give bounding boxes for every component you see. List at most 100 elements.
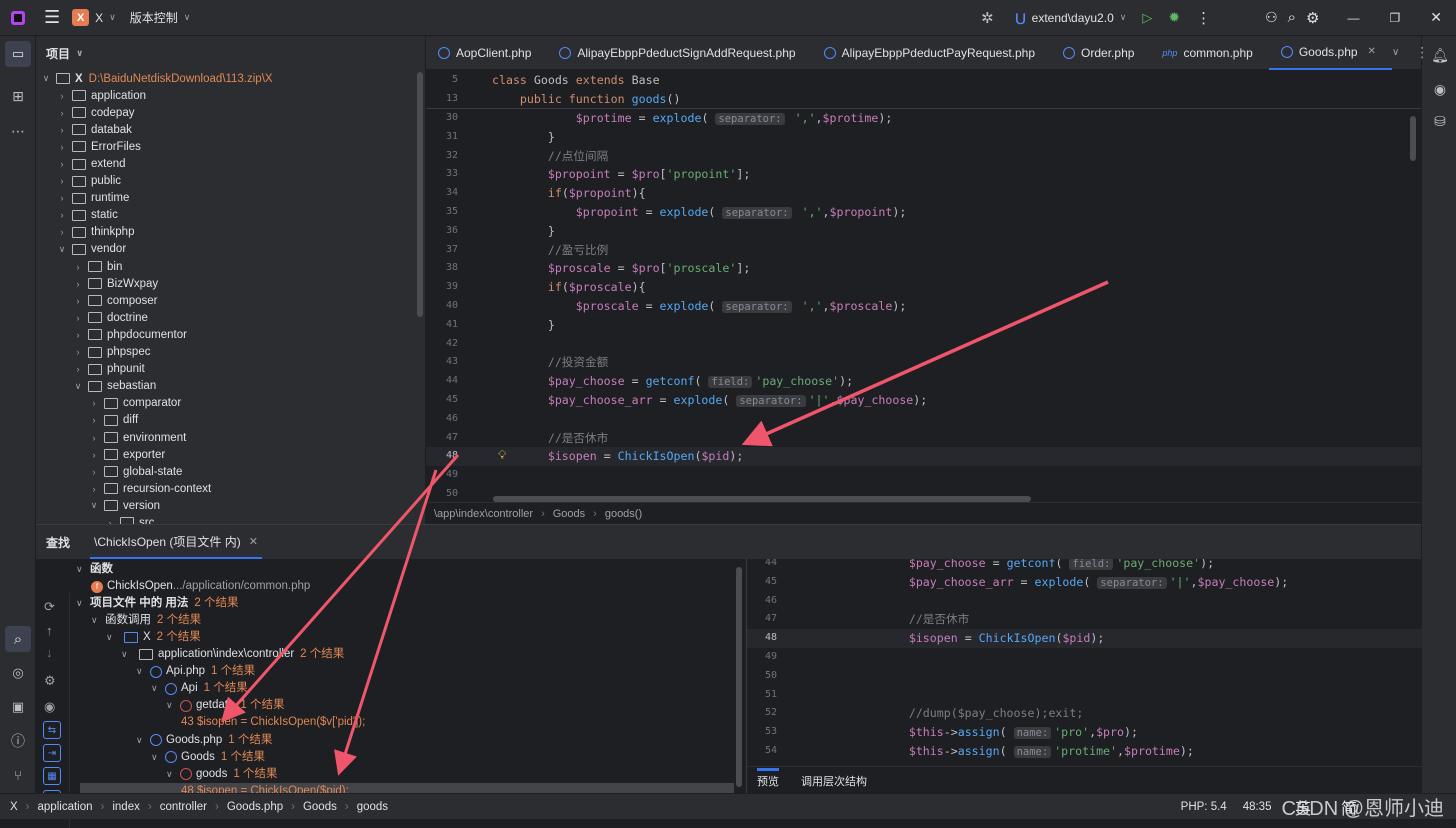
close-tab-icon[interactable]: ✕	[249, 535, 258, 548]
chevron-right-icon[interactable]: ›	[88, 450, 100, 460]
restore-icon[interactable]: ❐	[1390, 11, 1401, 25]
code-line[interactable]: 41 }	[426, 316, 1421, 335]
chevron-down-icon[interactable]: ∨	[72, 381, 84, 392]
find-tree-row[interactable]: ∨ 函数调用 2 个结果	[91, 612, 201, 629]
code-line[interactable]: 33 $propoint = $pro['propoint'];	[426, 165, 1421, 184]
notifications-bell-icon[interactable]: 🔔︎	[1427, 42, 1453, 68]
close-window-icon[interactable]: ✕	[1430, 9, 1442, 26]
chevron-right-icon[interactable]: ›	[72, 262, 84, 272]
chevron-right-icon[interactable]: ›	[72, 296, 84, 306]
project-tree-item[interactable]: › runtime	[36, 190, 425, 207]
editor-tab[interactable]: AlipayEbppPdeductPayRequest.php	[812, 36, 1051, 70]
code-line[interactable]: 51	[747, 686, 1422, 705]
settings-gear-icon[interactable]: ⚙	[1306, 9, 1319, 27]
project-tree-item[interactable]: › extend	[36, 155, 425, 172]
breadcrumb-namespace[interactable]: \app\index\controller	[434, 508, 533, 520]
add-user-icon[interactable]: ⚇	[1265, 9, 1278, 26]
code-line[interactable]: 46	[426, 410, 1421, 429]
preview-tab[interactable]: 预览	[757, 768, 779, 789]
code-line[interactable]: 53 $this->assign( name:'pro',$pro);	[747, 723, 1422, 742]
ai-assistant-icon[interactable]: ◉	[1427, 76, 1453, 102]
chevron-down-icon[interactable]: ∨	[151, 749, 165, 766]
project-tree-item[interactable]: › phpunit	[36, 361, 425, 378]
project-tree-item[interactable]: › BizWxpay	[36, 275, 425, 292]
chevron-right-icon[interactable]: ›	[56, 125, 68, 135]
editor-tab[interactable]: Goods.php ✕	[1268, 36, 1392, 70]
tab-overflow-chevron-icon[interactable]: ∨	[1392, 47, 1399, 58]
preview-toggle-icon[interactable]: ◉	[44, 699, 55, 715]
code-line[interactable]: 5 class Goods extends Base	[426, 71, 1421, 90]
project-tree-item[interactable]: › public	[36, 173, 425, 190]
git-tool-icon[interactable]: ⑂	[5, 762, 31, 788]
project-tree-item[interactable]: › src	[36, 514, 425, 524]
project-tree-item[interactable]: › diff	[36, 412, 425, 429]
main-menu-icon[interactable]: ☰	[44, 7, 60, 28]
code-line[interactable]: 30 $protime = explode( separator: ',',$p…	[426, 109, 1421, 128]
project-root-row[interactable]: ∨ X D:\BaiduNetdiskDownload\113.zip\X	[36, 70, 425, 87]
code-line[interactable]: 46	[747, 592, 1422, 611]
php-version[interactable]: PHP: 5.4	[1181, 801, 1227, 813]
minimize-icon[interactable]: —	[1348, 11, 1360, 25]
chevron-down-icon[interactable]: ∨	[166, 697, 180, 714]
chevron-down-icon[interactable]: ∨	[136, 663, 150, 680]
code-line[interactable]: 54 $this->assign( name:'protime',$protim…	[747, 742, 1422, 761]
project-tree-item[interactable]: › static	[36, 207, 425, 224]
code-line[interactable]: 44 $pay_choose = getconf( field:'pay_cho…	[426, 372, 1421, 391]
editor-v-scrollbar[interactable]	[1410, 116, 1416, 161]
chevron-down-icon[interactable]: ∨	[151, 680, 165, 697]
find-tree-row[interactable]: ∨ Goods.php 1 个结果	[136, 732, 272, 749]
caret-position[interactable]: 48:35	[1243, 801, 1272, 813]
chevron-right-icon[interactable]: ›	[88, 415, 100, 425]
find-tree-row[interactable]: ∨ X 2 个结果	[106, 629, 201, 646]
chevron-right-icon[interactable]: ›	[56, 176, 68, 186]
project-tree-item[interactable]: › environment	[36, 429, 425, 446]
find-tree-row[interactable]: ∨ Api.php 1 个结果	[136, 663, 255, 680]
code-line[interactable]: 40 $proscale = explode( separator: ',',$…	[426, 297, 1421, 316]
debug-bug-icon[interactable]: ✲	[981, 9, 994, 27]
next-occurrence-icon[interactable]: ↓	[46, 645, 53, 660]
code-line[interactable]: 47 //是否休市	[747, 610, 1422, 629]
find-tree-row[interactable]: ∨ Api 1 个结果	[151, 680, 248, 697]
chevron-right-icon[interactable]: ›	[72, 364, 84, 374]
breadcrumb-class[interactable]: Goods	[553, 508, 585, 520]
chevron-down-icon[interactable]: ∨	[121, 646, 135, 663]
code-line[interactable]: 44 $pay_choose = getconf( field:'pay_cho…	[747, 559, 1422, 573]
usage-row[interactable]: 43 $isopen = ChickIsOpen($v['pid']);	[181, 714, 365, 731]
project-tree-item[interactable]: › recursion-context	[36, 480, 425, 497]
find-tool-icon[interactable]: ⌕	[5, 626, 31, 652]
project-tree-item[interactable]: › doctrine	[36, 309, 425, 326]
code-line[interactable]: 47 //是否休市	[426, 429, 1421, 448]
vcs-menu[interactable]: 版本控制 ∨	[130, 9, 191, 26]
problems-tool-icon[interactable]: ⓘ	[5, 728, 31, 754]
code-line[interactable]: 50	[747, 667, 1422, 686]
chevron-down-icon[interactable]: ∨	[88, 500, 100, 511]
code-line[interactable]: 49	[747, 648, 1422, 667]
project-switcher[interactable]: X X ∨	[72, 9, 116, 26]
chevron-right-icon[interactable]: ›	[88, 398, 100, 408]
code-line[interactable]: 35 $propoint = explode( separator: ',',$…	[426, 203, 1421, 222]
status-breadcrumb-item[interactable]: controller	[160, 801, 207, 813]
intention-bulb-icon[interactable]: 💡︎	[498, 448, 506, 463]
find-tree-row[interactable]: ∨ getdate 1 个结果	[166, 697, 284, 714]
preview-code[interactable]: 44 $pay_choose = getconf( field:'pay_cho…	[747, 559, 1422, 764]
chevron-right-icon[interactable]: ›	[88, 484, 100, 494]
services-tool-icon[interactable]: ◎	[5, 660, 31, 686]
project-panel-header[interactable]: 项目 ∨	[36, 36, 425, 70]
close-tab-icon[interactable]: ✕	[1368, 46, 1376, 57]
chevron-down-icon[interactable]: ∨	[91, 612, 105, 629]
rerun-icon[interactable]: ⟳	[44, 599, 55, 615]
code-line[interactable]: 49	[426, 466, 1421, 485]
tab-more-icon[interactable]: ⋮	[1415, 44, 1429, 61]
find-tree-row[interactable]: ∨ application\index\controller 2 个结果	[121, 646, 344, 663]
chevron-right-icon[interactable]: ›	[56, 91, 68, 101]
project-tree-item[interactable]: › global-state	[36, 463, 425, 480]
chevron-right-icon[interactable]: ›	[56, 108, 68, 118]
code-line[interactable]: 43 //投资金额	[426, 353, 1421, 372]
database-icon[interactable]: ⛁	[1427, 108, 1453, 134]
find-tree-row[interactable]: ∨ goods 1 个结果	[166, 766, 277, 783]
more-actions-icon[interactable]: ⋮	[1196, 9, 1211, 27]
find-tree-row[interactable]: ∨ 函数	[76, 561, 113, 578]
chevron-right-icon[interactable]: ›	[88, 467, 100, 477]
project-tree-item[interactable]: ∨ sebastian	[36, 378, 425, 395]
chevron-down-icon[interactable]: ∨	[76, 561, 90, 578]
